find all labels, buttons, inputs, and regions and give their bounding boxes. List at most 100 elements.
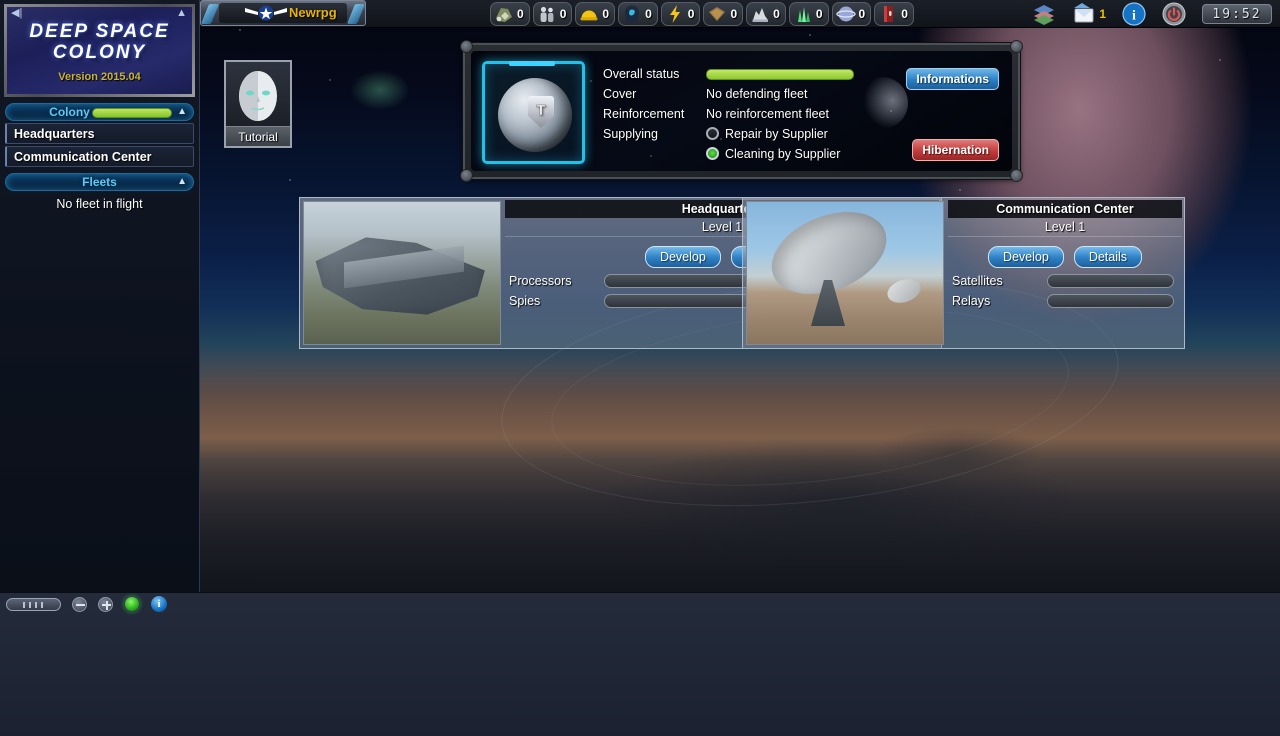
sidebar-section-fleets[interactable]: Fleets ▲ [5, 173, 194, 191]
tutorial-avatar-card[interactable]: Tutorial [224, 60, 292, 148]
rank-wings-icon [245, 5, 287, 21]
headquarters-building-image [303, 201, 501, 345]
status-row-cover: Cover No defending fleet [603, 85, 863, 104]
sidebar-item-headquarters[interactable]: Headquarters [5, 123, 194, 144]
resource-scientists[interactable]: 0 [618, 2, 658, 26]
stat-name: Processors [509, 274, 604, 288]
left-sidebar: ◀| ▲ DEEP SPACE COLONY Version 2015.04 C… [0, 0, 200, 592]
workers-icon [579, 4, 599, 24]
status-label: Cover [603, 85, 706, 104]
collapse-up-icon[interactable]: ▲ [176, 8, 187, 19]
tab-decor-right [347, 4, 365, 24]
radio-unchecked-icon[interactable] [706, 127, 719, 140]
info-icon[interactable]: i [1122, 2, 1146, 26]
stat-progress-bar [1047, 274, 1174, 288]
building-level: Level 1 [948, 218, 1182, 237]
resource-value: 0 [688, 7, 695, 21]
svg-text:i: i [1132, 9, 1136, 24]
zoom-out-icon[interactable] [72, 597, 87, 612]
details-button[interactable]: Details [1074, 246, 1142, 268]
planet-portrait-frame[interactable]: T [482, 61, 585, 164]
power-icon[interactable] [1162, 2, 1186, 26]
nebula-glow [350, 70, 410, 110]
resource-value: 0 [517, 7, 524, 21]
fleets-empty-text: No fleet in flight [0, 197, 199, 211]
sidebar-section-colony[interactable]: Colony ▲ [5, 103, 194, 121]
panel-moon [856, 77, 908, 129]
top-bar: Newrpg 0 0 0 [200, 0, 1280, 28]
chevron-up-icon[interactable]: ▲ [177, 175, 187, 189]
stat-name: Satellites [952, 274, 1047, 288]
supply-option-label: Cleaning by Supplier [725, 147, 840, 161]
status-label: Supplying [603, 125, 706, 144]
status-row-supplying-2: Cleaning by Supplier [603, 145, 863, 164]
volume-slider[interactable] [6, 598, 61, 611]
resource-ore[interactable]: 0 [490, 2, 530, 26]
metal-icon [750, 4, 770, 24]
info-icon[interactable]: i [151, 596, 167, 612]
informations-button[interactable]: Informations [906, 68, 999, 90]
resource-energy[interactable]: 0 [661, 2, 701, 26]
tab-decor-left [201, 4, 219, 24]
resource-minerals[interactable]: 0 [703, 2, 743, 26]
sidebar-item-label: Communication Center [14, 150, 152, 164]
ore-icon [494, 4, 514, 24]
stat-name: Relays [952, 294, 1047, 308]
online-status-icon[interactable] [124, 596, 140, 612]
version-label: Version 2015.04 [7, 71, 192, 83]
status-value: No reinforcement fleet [706, 105, 829, 124]
colony-status-panel: T Overall status Cover No defending flee… [463, 43, 1020, 179]
supply-option-cleaning[interactable]: Cleaning by Supplier [706, 145, 840, 164]
sidebar-item-communication-center[interactable]: Communication Center [5, 146, 194, 167]
resource-value: 0 [602, 7, 609, 21]
resource-value: 0 [816, 7, 823, 21]
communication-center-info: Communication Center Level 1 Develop Det… [948, 200, 1182, 346]
map-layers-icon[interactable] [1032, 2, 1056, 26]
building-card-communication-center: Communication Center Level 1 Develop Det… [742, 197, 1185, 349]
resource-colonists[interactable]: 0 [533, 2, 573, 26]
satellite-dish-image [746, 201, 944, 345]
chat-panel: i Public DSC Network Close chat 20/04 19… [0, 592, 1280, 736]
resource-deuterium[interactable]: 0 [832, 2, 872, 26]
tutorial-label: Tutorial [226, 126, 290, 146]
status-label: Overall status [603, 65, 706, 84]
supply-option-label: Repair by Supplier [725, 127, 828, 141]
chevron-up-icon[interactable]: ▲ [177, 105, 187, 119]
account-name: Newrpg [289, 5, 337, 20]
status-label: Reinforcement [603, 105, 706, 124]
resource-workers[interactable]: 0 [575, 2, 615, 26]
resource-value: 0 [560, 7, 567, 21]
status-value: No defending fleet [706, 85, 807, 104]
logo-line-2: COLONY [7, 42, 192, 63]
game-clock: 19:52 [1202, 4, 1272, 24]
account-tab[interactable]: Newrpg [200, 0, 366, 26]
resource-metal[interactable]: 0 [746, 2, 786, 26]
radio-checked-icon[interactable] [706, 147, 719, 160]
frame-notch [509, 61, 555, 66]
logo-panel-titlebar: ◀| ▲ [7, 7, 192, 19]
resource-crystal[interactable]: 0 [789, 2, 829, 26]
planet-badge-letter: T [536, 102, 545, 119]
stat-name: Spies [509, 294, 604, 308]
supply-option-repair[interactable]: Repair by Supplier [706, 125, 828, 144]
resource-credits[interactable]: 0 [874, 2, 914, 26]
building-name: Communication Center [948, 200, 1182, 218]
status-row-reinforcement: Reinforcement No reinforcement fleet [603, 105, 863, 124]
resource-value: 0 [645, 7, 652, 21]
zoom-in-icon[interactable] [98, 597, 113, 612]
building-actions: Develop Details [948, 246, 1182, 268]
android-face-avatar [226, 62, 290, 128]
colony-health-bar [92, 108, 172, 118]
resource-value: 0 [901, 7, 908, 21]
collapse-left-icon[interactable]: ◀| [11, 8, 22, 19]
system-icons: 1 i 19:52 [1032, 2, 1272, 26]
sidebar-item-label: Headquarters [14, 127, 95, 141]
logo-line-1: DEEP SPACE [7, 21, 192, 42]
develop-button[interactable]: Develop [645, 246, 721, 268]
mail-icon[interactable] [1072, 2, 1096, 26]
hibernation-button[interactable]: Hibernation [912, 139, 999, 161]
develop-button[interactable]: Develop [988, 246, 1064, 268]
mail-count-badge: 1 [1099, 7, 1106, 21]
scientists-icon [622, 4, 642, 24]
energy-icon [665, 4, 685, 24]
